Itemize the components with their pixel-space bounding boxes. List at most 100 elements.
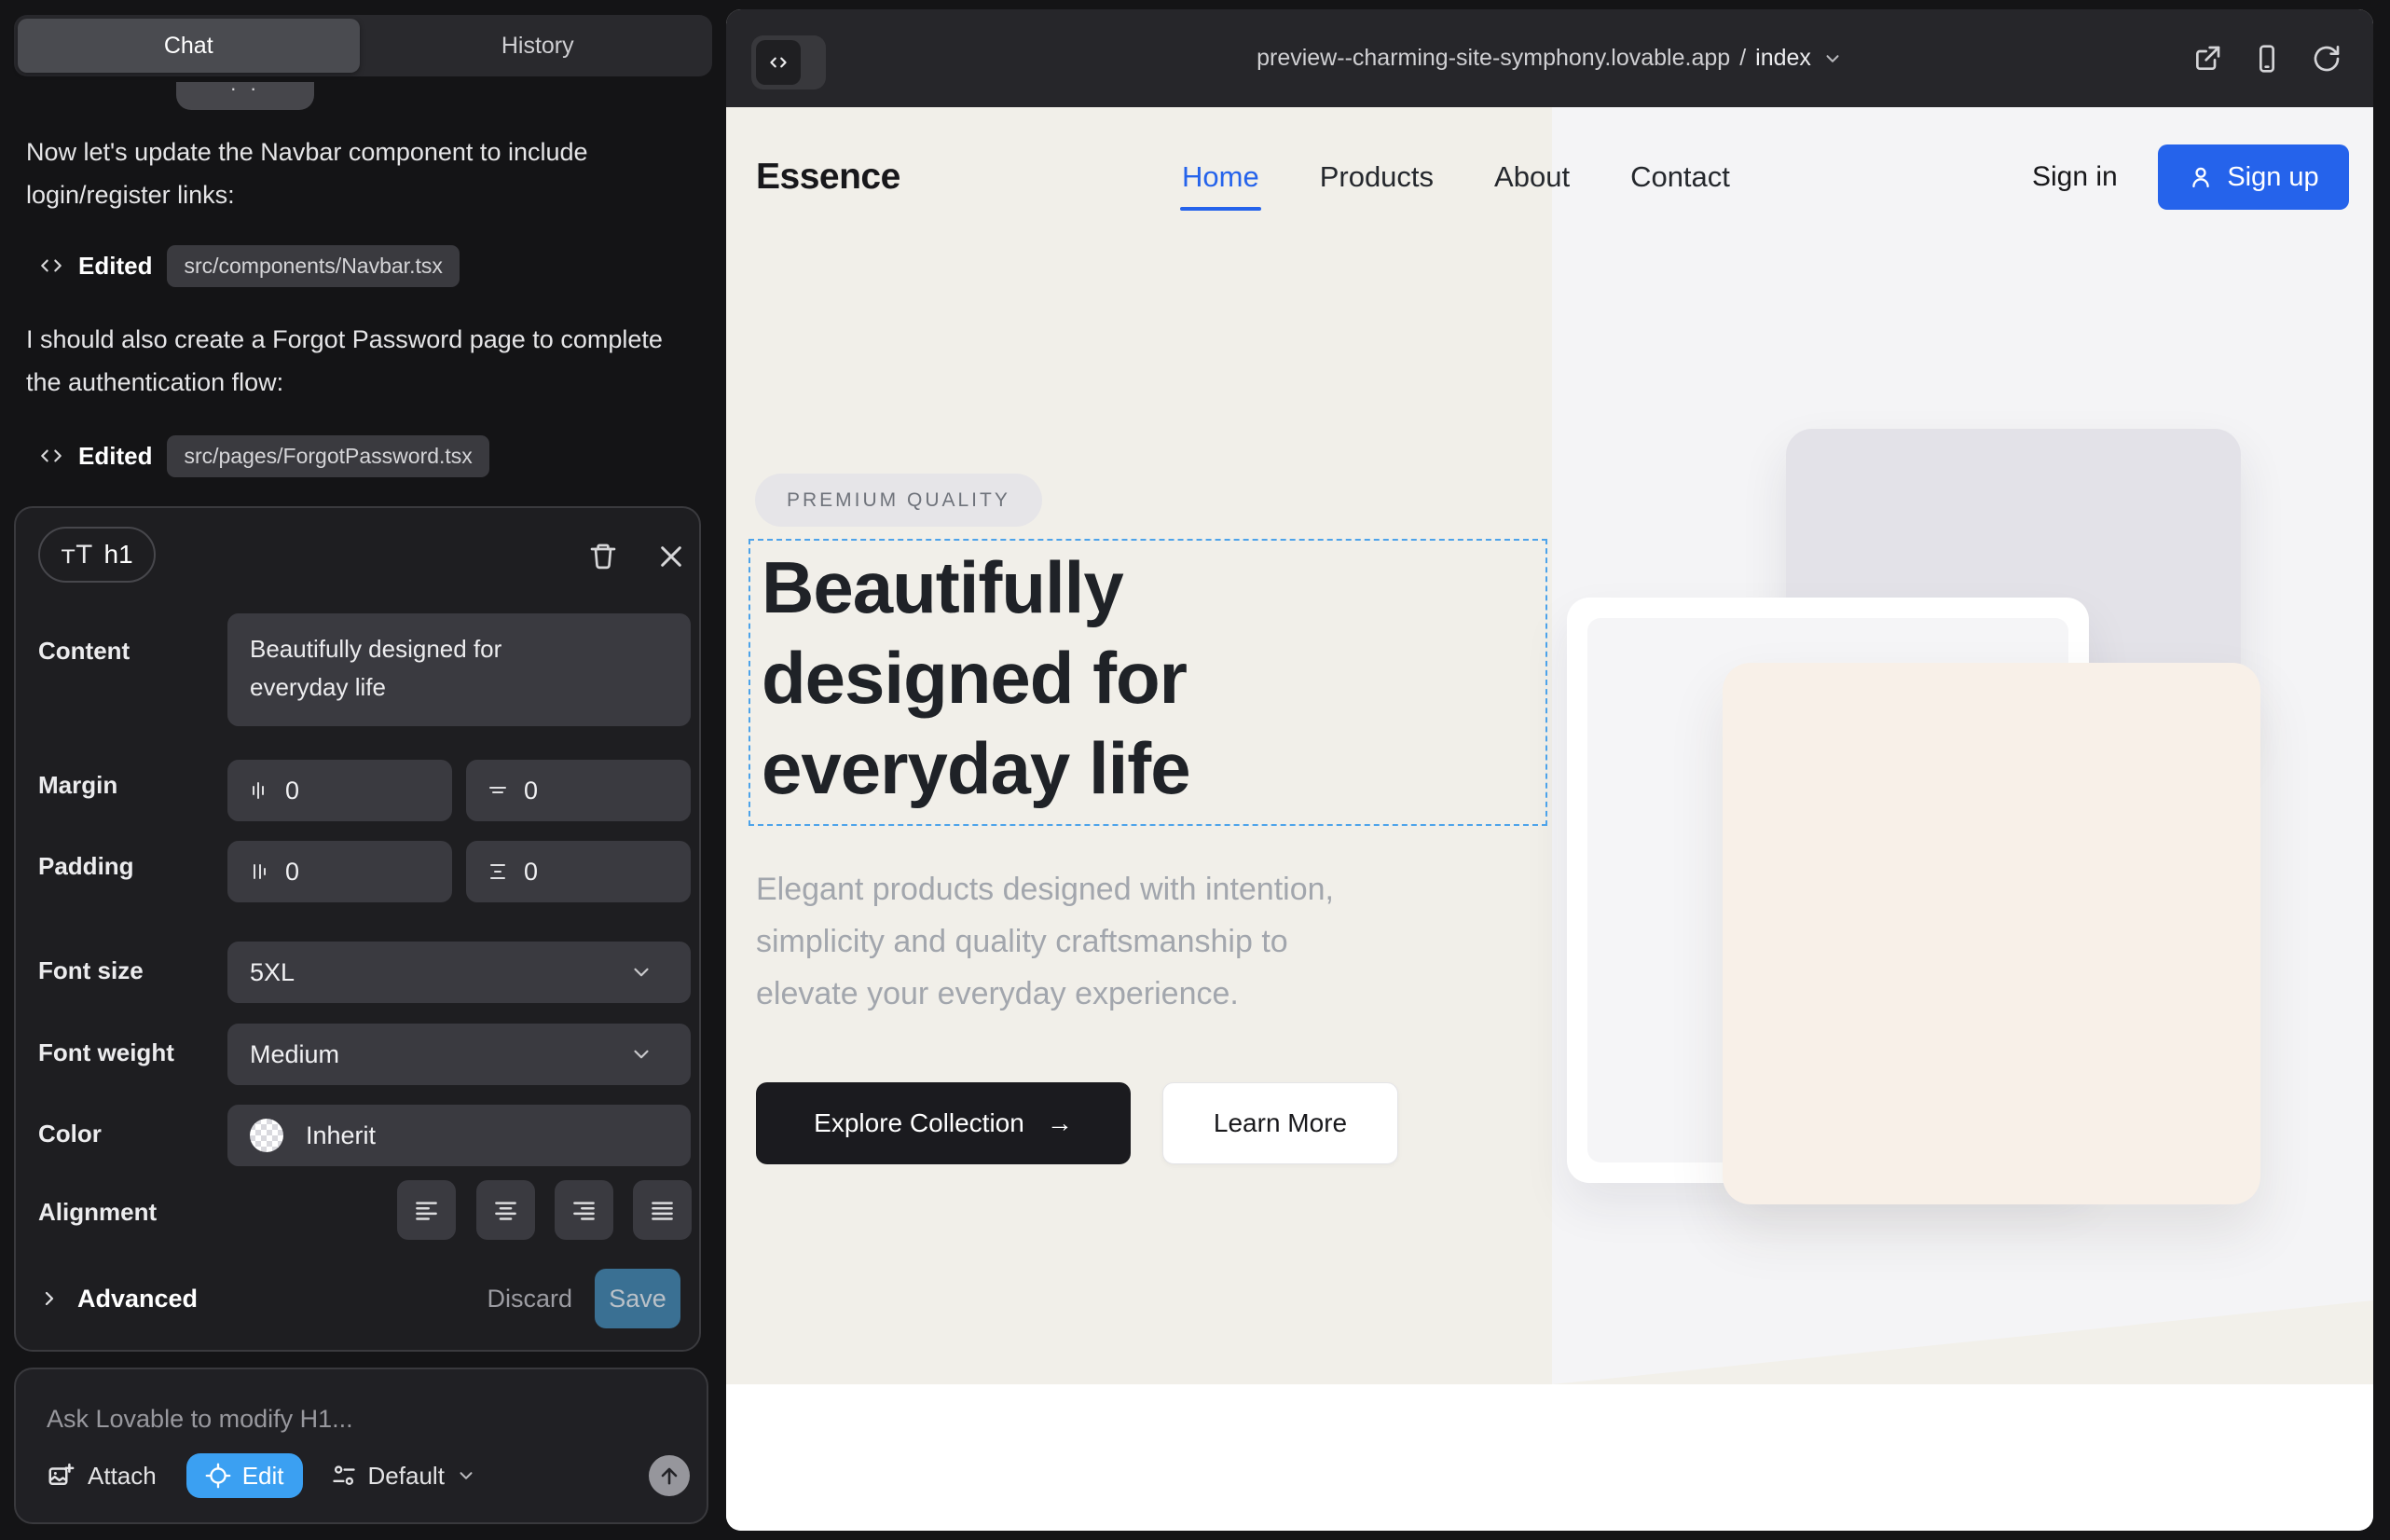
chevron-right-icon	[38, 1287, 61, 1310]
content-label: Content	[38, 637, 130, 666]
scrolled-chip	[176, 82, 314, 110]
external-link-icon	[2192, 44, 2222, 74]
align-justify-icon	[650, 1198, 675, 1223]
editor-footer: Advanced Discard Save	[38, 1268, 680, 1329]
chat-history-tabs: Chat History	[14, 15, 712, 76]
tab-history[interactable]: History	[367, 19, 709, 73]
element-editor-panel: ᴛT h1 Content Beautifully designed for e…	[14, 506, 701, 1352]
edited-label: Edited	[78, 252, 152, 281]
edit-mode-button[interactable]: Edit	[186, 1453, 303, 1498]
app: Chat History Now let's update the Navbar…	[0, 0, 2390, 1540]
smartphone-icon	[2252, 44, 2282, 74]
preview-toolbar: preview--charming-site-symphony.lovable.…	[726, 9, 2373, 107]
code-icon	[39, 254, 63, 278]
code-icon	[766, 50, 790, 75]
chat-composer: Ask Lovable to modify H1... Attach	[14, 1368, 708, 1524]
save-button[interactable]: Save	[595, 1269, 680, 1328]
font-weight-select[interactable]: Medium	[227, 1024, 691, 1085]
padding-vertical-icon	[487, 860, 509, 883]
site-logo[interactable]: Essence	[756, 107, 900, 247]
hero-badge: PREMIUM QUALITY	[755, 474, 1042, 527]
chat-message: I should also create a Forgot Password p…	[26, 318, 684, 404]
discard-button[interactable]: Discard	[464, 1285, 595, 1313]
preview-url: preview--charming-site-symphony.lovable.…	[1257, 45, 1730, 72]
attach-button[interactable]: Attach	[47, 1462, 157, 1491]
sign-up-button[interactable]: Sign up	[2158, 144, 2349, 210]
decor-card-cream	[1723, 663, 2260, 1204]
close-panel-button[interactable]	[652, 538, 690, 575]
content-field[interactable]: Beautifully designed for everyday life	[227, 613, 691, 726]
padding-label: Padding	[38, 852, 134, 881]
transparent-swatch-icon	[250, 1119, 283, 1152]
font-weight-label: Font weight	[38, 1038, 174, 1067]
padding-horizontal-field[interactable]	[227, 841, 452, 902]
user-icon	[2188, 164, 2214, 190]
align-left-icon	[414, 1198, 439, 1223]
margin-vertical-icon	[487, 779, 509, 802]
target-icon	[205, 1463, 231, 1489]
edited-file-row: Edited src/pages/ForgotPassword.tsx	[39, 433, 489, 479]
composer-input[interactable]: Ask Lovable to modify H1...	[47, 1405, 353, 1434]
delete-element-button[interactable]	[584, 538, 622, 575]
trash-icon	[588, 542, 618, 571]
composer-toolbar: Attach Edit Default	[47, 1448, 690, 1504]
align-justify-button[interactable]	[633, 1180, 692, 1240]
preview-actions	[2192, 9, 2342, 107]
color-field[interactable]: Inherit	[227, 1105, 691, 1166]
refresh-icon	[2312, 44, 2342, 74]
align-right-button[interactable]	[555, 1180, 613, 1240]
margin-vertical-field[interactable]	[466, 760, 691, 821]
preview-window: preview--charming-site-symphony.lovable.…	[726, 9, 2373, 1531]
site-canvas: Essence Home Products About Contact Sign…	[726, 107, 2373, 1531]
margin-horizontal-icon	[248, 779, 270, 802]
file-chip[interactable]: src/pages/ForgotPassword.tsx	[167, 435, 488, 477]
learn-more-button[interactable]: Learn More	[1162, 1082, 1398, 1164]
hero-cta-row: Explore Collection → Learn More	[756, 1082, 1398, 1164]
padding-vertical-field[interactable]	[466, 841, 691, 902]
mode-select[interactable]: Default	[331, 1462, 476, 1491]
edited-file-row: Edited src/components/Navbar.tsx	[39, 242, 460, 289]
hero-description: Elegant products designed with intention…	[756, 863, 1334, 1020]
nav-link-home[interactable]: Home	[1182, 160, 1259, 194]
open-in-new-tab-button[interactable]	[2192, 44, 2222, 74]
advanced-toggle[interactable]: Advanced	[38, 1285, 198, 1313]
align-right-icon	[571, 1198, 597, 1223]
chat-message: Now let's update the Navbar component to…	[26, 131, 684, 216]
nav-link-products[interactable]: Products	[1320, 160, 1434, 194]
refresh-button[interactable]	[2312, 44, 2342, 74]
chevron-down-icon	[629, 1042, 653, 1066]
site-navbar: Essence Home Products About Contact Sign…	[726, 107, 2373, 247]
code-preview-toggle[interactable]	[751, 35, 826, 89]
mobile-view-button[interactable]	[2252, 44, 2282, 74]
image-plus-icon	[47, 1462, 75, 1490]
color-label: Color	[38, 1120, 102, 1148]
margin-label: Margin	[38, 771, 117, 800]
hero-heading: Beautifully designed for everyday life	[762, 543, 1190, 814]
edited-label: Edited	[78, 442, 152, 471]
url-bar[interactable]: preview--charming-site-symphony.lovable.…	[1257, 45, 1843, 72]
align-left-button[interactable]	[397, 1180, 456, 1240]
code-icon	[39, 444, 63, 468]
file-chip[interactable]: src/components/Navbar.tsx	[167, 245, 459, 287]
nav-link-contact[interactable]: Contact	[1630, 160, 1730, 194]
explore-collection-button[interactable]: Explore Collection →	[756, 1082, 1131, 1164]
sliders-icon	[331, 1463, 357, 1489]
font-size-select[interactable]: 5XL	[227, 942, 691, 1003]
margin-horizontal-field[interactable]	[227, 760, 452, 821]
align-center-button[interactable]	[476, 1180, 535, 1240]
sign-in-link[interactable]: Sign in	[2032, 107, 2118, 247]
selected-element-outline[interactable]: Beautifully designed for everyday life	[749, 539, 1547, 826]
tab-chat[interactable]: Chat	[18, 19, 360, 73]
chevron-down-icon	[456, 1465, 476, 1486]
align-center-icon	[493, 1198, 518, 1223]
preview-path: index	[1755, 45, 1811, 72]
padding-horizontal-icon	[248, 860, 270, 883]
arrow-right-icon: →	[1047, 1108, 1073, 1138]
chevron-down-icon	[629, 960, 653, 984]
nav-links: Home Products About Contact	[1182, 107, 1730, 247]
nav-link-about[interactable]: About	[1494, 160, 1570, 194]
font-size-label: Font size	[38, 956, 144, 985]
send-button[interactable]	[649, 1455, 690, 1496]
type-icon: ᴛT	[61, 541, 92, 570]
close-icon	[656, 542, 686, 571]
